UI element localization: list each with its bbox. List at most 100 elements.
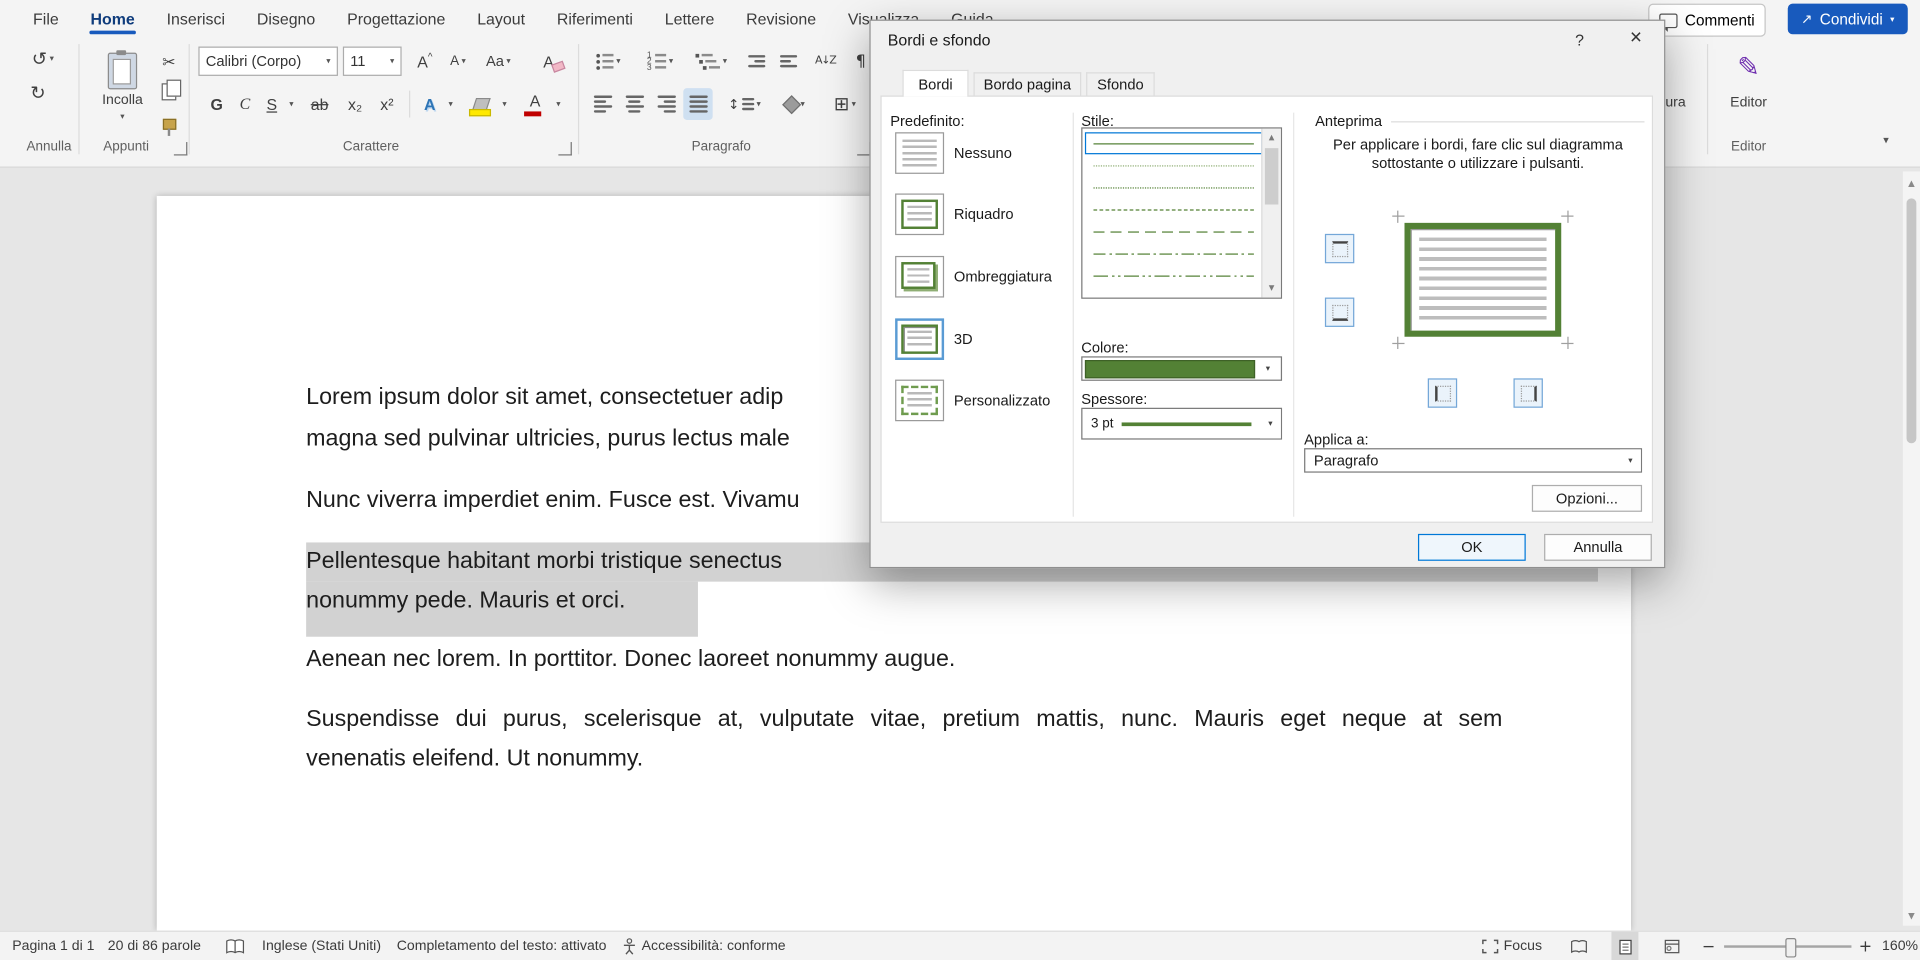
border-width-combo[interactable]: 3 pt ▾ <box>1081 408 1282 440</box>
text-effects-button[interactable]: A <box>416 88 443 120</box>
undo-button[interactable]: ↺ ▾ <box>22 44 64 73</box>
preset-riquadro-label[interactable]: Riquadro <box>954 206 1014 223</box>
tab-file[interactable]: File <box>17 0 74 37</box>
paste-button[interactable]: Incolla ▾ <box>93 42 152 133</box>
tab-revisione[interactable]: Revisione <box>730 0 832 37</box>
comments-button[interactable]: Commenti <box>1648 4 1766 37</box>
focus-button[interactable]: Focus <box>1504 932 1542 960</box>
highlight-color-button[interactable] <box>465 88 497 120</box>
align-left-button[interactable] <box>588 88 617 120</box>
preset-3d-icon[interactable] <box>895 318 944 360</box>
highlight-chevron-button[interactable]: ▾ <box>497 88 512 120</box>
font-size-combo[interactable]: 11 ▾ <box>343 47 402 76</box>
style-option-dash-dot[interactable] <box>1085 242 1263 264</box>
style-option-dotted-light[interactable] <box>1085 154 1263 176</box>
tab-disegno[interactable]: Disegno <box>241 0 331 37</box>
shading-button[interactable]: ▾ <box>774 88 816 120</box>
document-line-selected[interactable]: nonummy pede. Mauris et orci. <box>306 585 625 617</box>
bold-button[interactable]: G <box>203 88 230 120</box>
scroll-up-icon[interactable]: ▲ <box>1903 179 1920 189</box>
proofing-icon[interactable] <box>225 932 245 960</box>
multilevel-list-button[interactable]: ▾ <box>691 47 733 76</box>
preset-nessuno-label[interactable]: Nessuno <box>954 144 1012 161</box>
dialog-tab-sfondo[interactable]: Sfondo <box>1086 72 1155 95</box>
cancel-button[interactable]: Annulla <box>1544 534 1652 561</box>
preset-3d-label[interactable]: 3D <box>954 331 973 348</box>
text-completion-indicator[interactable]: Completamento del testo: attivato <box>397 932 607 960</box>
editor-button[interactable]: ✎ <box>1717 42 1781 93</box>
zoom-slider-thumb[interactable] <box>1785 938 1796 958</box>
preset-personalizzato-icon[interactable] <box>895 380 944 422</box>
scrollbar-thumb[interactable] <box>1265 148 1278 204</box>
superscript-button[interactable]: x² <box>372 88 401 120</box>
preview-diagram[interactable] <box>1385 203 1581 356</box>
vertical-scrollbar[interactable]: ▲ ▼ <box>1903 171 1920 925</box>
shrink-font-button[interactable]: A▾ <box>443 47 472 76</box>
web-layout-button[interactable] <box>1658 932 1685 960</box>
preview-top-border-button[interactable] <box>1325 234 1354 263</box>
font-color-button[interactable]: A <box>519 88 551 120</box>
scroll-down-icon[interactable]: ▼ <box>1903 911 1920 921</box>
word-count[interactable]: 20 di 86 parole <box>108 932 201 960</box>
zoom-out-button[interactable]: − <box>1702 932 1715 960</box>
print-layout-button[interactable] <box>1611 932 1638 960</box>
line-spacing-button[interactable]: ↕ ▾ <box>722 88 766 120</box>
ok-button[interactable]: OK <box>1418 534 1526 561</box>
style-option-dash-dot-dot[interactable] <box>1085 264 1263 286</box>
dialog-help-button[interactable]: ? <box>1564 26 1596 53</box>
style-option-dashed-small[interactable] <box>1085 198 1263 220</box>
grow-font-button[interactable]: A^ <box>409 47 441 76</box>
align-right-button[interactable] <box>651 88 680 120</box>
zoom-level[interactable]: 160% <box>1882 932 1918 960</box>
document-line[interactable]: venenatis eleifend. Ut nonummy. <box>306 743 643 775</box>
preset-nessuno-icon[interactable] <box>895 132 944 174</box>
scroll-down-icon[interactable]: ▼ <box>1262 284 1280 293</box>
subscript-button[interactable]: x₂ <box>340 88 369 120</box>
tab-layout[interactable]: Layout <box>461 0 541 37</box>
dictate-label-fragment[interactable]: ura <box>1665 96 1685 111</box>
bullets-button[interactable]: ▾ <box>588 47 630 76</box>
justify-button[interactable] <box>683 88 712 120</box>
scrollbar-thumb[interactable] <box>1907 198 1917 443</box>
preview-bottom-border-button[interactable] <box>1325 298 1354 327</box>
sort-button[interactable]: A↓Z <box>808 47 842 76</box>
style-list-scrollbar[interactable]: ▲ ▼ <box>1261 129 1281 298</box>
zoom-in-button[interactable]: + <box>1859 932 1872 960</box>
dialog-tab-bordo-pagina[interactable]: Bordo pagina <box>973 72 1081 95</box>
format-painter-button[interactable] <box>154 110 183 137</box>
document-line[interactable]: Nunc viverra imperdiet enim. Fusce est. … <box>306 485 800 517</box>
font-dialog-launcher[interactable] <box>558 142 571 155</box>
share-button[interactable]: ↗ Condividi ▾ <box>1788 4 1908 35</box>
preset-riquadro-icon[interactable] <box>895 193 944 235</box>
document-line[interactable]: Suspendisse dui purus, scelerisque at, v… <box>306 704 1502 736</box>
page-indicator[interactable]: Pagina 1 di 1 <box>12 932 94 960</box>
underline-button[interactable]: S <box>260 88 284 120</box>
accessibility-status[interactable]: Accessibilità: conforme <box>642 932 786 960</box>
document-line[interactable]: magna sed pulvinar ultricies, purus lect… <box>306 424 790 456</box>
style-option-solid[interactable] <box>1085 132 1263 154</box>
dialog-close-button[interactable]: × <box>1618 23 1655 52</box>
read-mode-button[interactable] <box>1565 932 1592 960</box>
clear-formatting-button[interactable]: A <box>531 47 565 76</box>
tab-lettere[interactable]: Lettere <box>649 0 730 37</box>
borders-button[interactable]: ⊞ ▾ <box>823 88 867 120</box>
clipboard-dialog-launcher[interactable] <box>174 142 187 155</box>
options-button[interactable]: Opzioni... <box>1532 485 1642 512</box>
align-center-button[interactable] <box>620 88 649 120</box>
tab-home[interactable]: Home <box>75 0 151 37</box>
preset-ombreggiatura-label[interactable]: Ombreggiatura <box>954 268 1052 285</box>
redo-button[interactable]: ↻ <box>22 78 54 107</box>
dialog-tab-bordi[interactable]: Bordi <box>902 70 968 97</box>
editor-button-label[interactable]: Editor <box>1717 96 1781 111</box>
collapse-ribbon-icon[interactable]: ▾ <box>1883 135 1889 147</box>
tab-progettazione[interactable]: Progettazione <box>331 0 461 37</box>
font-color-chevron-button[interactable]: ▾ <box>551 88 566 120</box>
preview-right-border-button[interactable] <box>1513 378 1542 407</box>
increase-indent-button[interactable] <box>774 47 803 76</box>
language-indicator[interactable]: Inglese (Stati Uniti) <box>262 932 381 960</box>
tab-riferimenti[interactable]: Riferimenti <box>541 0 649 37</box>
decrease-indent-button[interactable] <box>742 47 771 76</box>
style-option-dashed[interactable] <box>1085 220 1263 242</box>
copy-button[interactable] <box>154 78 183 105</box>
document-line-selected[interactable]: Pellentesque habitant morbi tristique se… <box>306 546 782 578</box>
